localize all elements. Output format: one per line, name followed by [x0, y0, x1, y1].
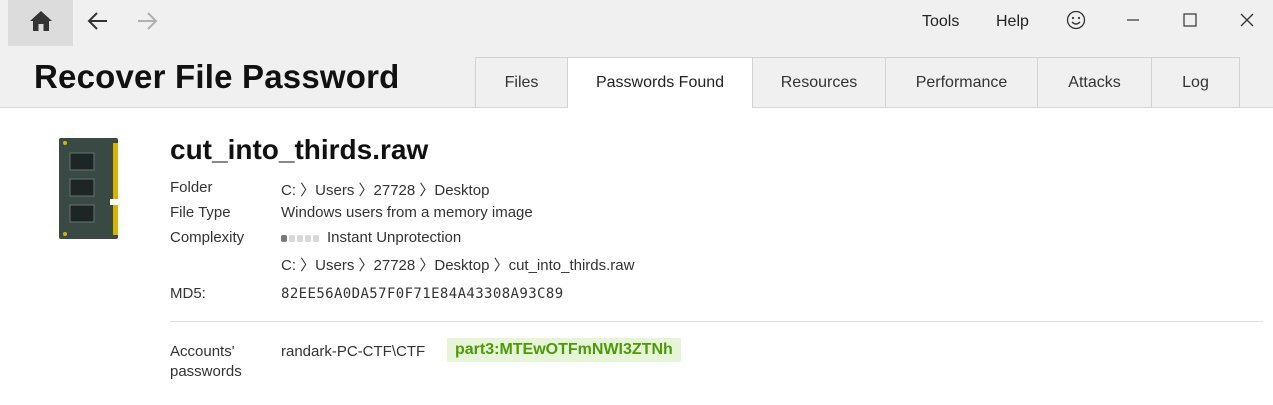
- account-name: randark-PC-CTF\CTF: [281, 343, 426, 360]
- tab-log[interactable]: Log: [1151, 57, 1240, 107]
- close-icon: [1239, 12, 1255, 33]
- arrow-right-icon: [136, 11, 158, 36]
- memory-module-icon: [58, 137, 120, 246]
- smiley-icon: [1066, 10, 1086, 35]
- folder-label: Folder: [170, 179, 213, 196]
- file-type-label: File Type: [170, 204, 231, 221]
- md5-value: 82EE56A0DA57F0F71E84A43308A93C89: [281, 286, 564, 302]
- forward-button[interactable]: [130, 6, 164, 40]
- back-button[interactable]: [81, 6, 115, 40]
- file-path[interactable]: C: 〉Users 〉27728 〉Desktop 〉cut_into_thir…: [281, 254, 634, 275]
- complexity-dot: [281, 234, 287, 242]
- home-icon: [28, 9, 54, 38]
- tab-attacks[interactable]: Attacks: [1037, 57, 1152, 107]
- file-type-value: Windows users from a memory image: [281, 204, 533, 221]
- top-bar: Tools Help Recover File Password Files P…: [0, 0, 1273, 108]
- complexity-dot: [313, 234, 319, 242]
- tab-passwords-found[interactable]: Passwords Found: [567, 57, 753, 108]
- complexity-dot: [297, 234, 303, 242]
- file-name: cut_into_thirds.raw: [170, 134, 429, 165]
- complexity-meter: [281, 234, 319, 242]
- tab-files[interactable]: Files: [475, 57, 568, 107]
- complexity-label: Complexity: [170, 229, 245, 246]
- minimize-icon: [1125, 12, 1141, 33]
- accounts-label-line1: Accounts': [170, 343, 235, 360]
- complexity-text: Instant Unprotection: [327, 229, 462, 246]
- close-button[interactable]: [1229, 6, 1265, 38]
- maximize-button[interactable]: [1172, 6, 1208, 38]
- minimize-button[interactable]: [1115, 6, 1151, 38]
- tab-performance[interactable]: Performance: [885, 57, 1038, 107]
- password-badge[interactable]: part3:MTEwOTFmNWI3ZTNh: [447, 338, 681, 362]
- feedback-button[interactable]: [1058, 6, 1094, 38]
- divider: [170, 321, 1263, 322]
- accounts-label-line2: passwords: [170, 363, 242, 380]
- maximize-icon: [1182, 12, 1198, 33]
- folder-value: C: 〉Users 〉27728 〉Desktop: [281, 182, 490, 199]
- menu-tools[interactable]: Tools: [922, 13, 959, 31]
- complexity-dot: [305, 234, 311, 242]
- tab-resources[interactable]: Resources: [752, 57, 886, 107]
- complexity-dot: [289, 234, 295, 242]
- menu-help[interactable]: Help: [996, 13, 1029, 31]
- app-title: Recover File Password: [34, 58, 400, 95]
- home-button[interactable]: [8, 0, 73, 46]
- complexity-value: Instant Unprotection: [281, 229, 461, 246]
- arrow-left-icon: [87, 11, 109, 36]
- md5-label: MD5:: [170, 285, 206, 302]
